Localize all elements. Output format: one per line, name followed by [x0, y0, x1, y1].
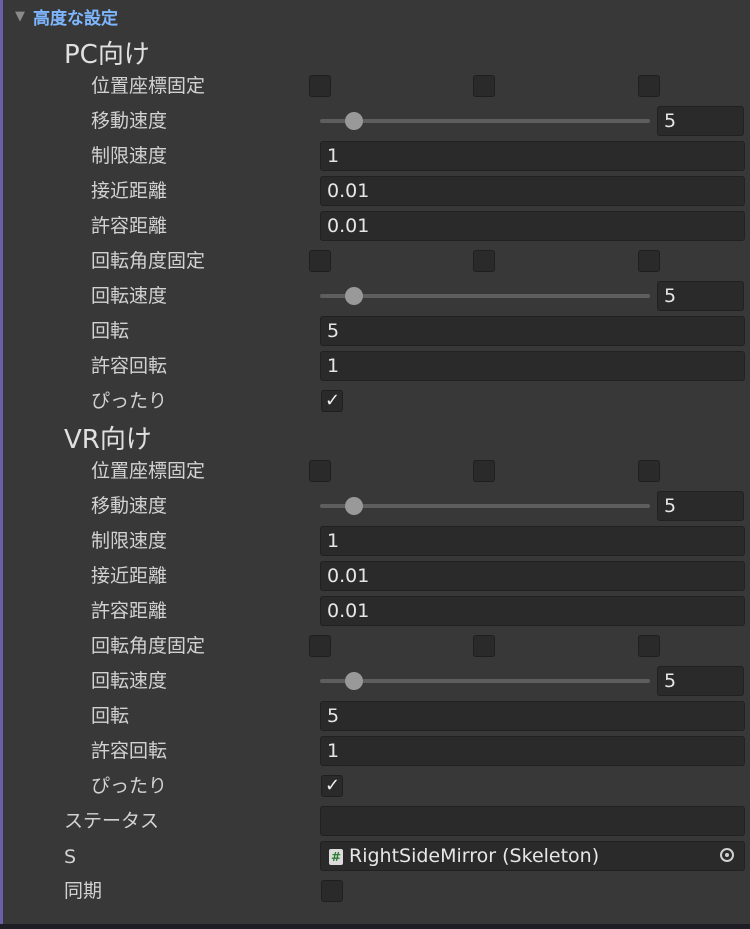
- vr-rotation-speed-input[interactable]: 5: [657, 666, 744, 696]
- vr-move-speed-slider[interactable]: [320, 504, 650, 508]
- pc-tolerance-distance-input[interactable]: 0.01: [320, 211, 745, 241]
- pc-move-speed-slider[interactable]: [320, 119, 650, 123]
- s-object-field[interactable]: RightSideMirror (Skeleton): [320, 841, 745, 871]
- pc-approach-distance-input[interactable]: 0.01: [320, 176, 745, 206]
- status-input[interactable]: [320, 806, 745, 836]
- pc-move-speed-slider-knob[interactable]: [345, 112, 363, 130]
- vr-approach-distance-input[interactable]: 0.01: [320, 561, 745, 591]
- vr-rotation-input[interactable]: 5: [320, 701, 745, 731]
- bottom-border: [0, 924, 750, 929]
- vr-position-lock-z-checkbox[interactable]: [638, 460, 660, 482]
- pc-speed-limit-label: 制限速度: [91, 145, 168, 167]
- vr-rotation-lock-label: 回転角度固定: [91, 635, 206, 657]
- vr-tolerance-distance-label: 許容距離: [91, 600, 168, 622]
- s-label: S: [64, 846, 77, 868]
- pc-tolerance-rotation-label: 許容回転: [91, 355, 168, 377]
- vr-speed-limit-label: 制限速度: [91, 530, 168, 552]
- advanced-settings-foldout[interactable]: ▼ 高度な設定: [15, 5, 118, 29]
- pc-rotation-lock-z-checkbox[interactable]: [638, 250, 660, 272]
- vr-tolerance-distance-input[interactable]: 0.01: [320, 596, 745, 626]
- pc-position-lock-y-checkbox[interactable]: [473, 75, 495, 97]
- pc-snug-checkbox[interactable]: ✓: [321, 390, 343, 412]
- pc-move-speed-label: 移動速度: [91, 110, 168, 132]
- pc-position-lock-z-checkbox[interactable]: [638, 75, 660, 97]
- vr-rotation-speed-label: 回転速度: [91, 670, 168, 692]
- object-picker-icon[interactable]: [720, 848, 734, 862]
- pc-section-title: PC向け: [64, 40, 150, 70]
- vr-rotation-lock-y-checkbox[interactable]: [473, 635, 495, 657]
- vr-snug-checkbox[interactable]: ✓: [321, 775, 343, 797]
- pc-snug-label: ぴったり: [91, 390, 168, 412]
- pc-tolerance-distance-label: 許容距離: [91, 215, 168, 237]
- vr-move-speed-slider-knob[interactable]: [345, 497, 363, 515]
- sync-checkbox[interactable]: [321, 880, 343, 902]
- pc-rotation-label: 回転: [91, 320, 130, 342]
- vr-section-title: VR向け: [64, 425, 152, 455]
- pc-rotation-lock-y-checkbox[interactable]: [473, 250, 495, 272]
- pc-position-lock-x-checkbox[interactable]: [309, 75, 331, 97]
- vr-rotation-lock-z-checkbox[interactable]: [638, 635, 660, 657]
- status-label: ステータス: [64, 810, 160, 832]
- script-icon: #: [329, 849, 343, 865]
- pc-move-speed-input[interactable]: 5: [657, 106, 744, 136]
- vr-move-speed-label: 移動速度: [91, 495, 168, 517]
- pc-rotation-lock-label: 回転角度固定: [91, 250, 206, 272]
- pc-position-lock-label: 位置座標固定: [91, 75, 206, 97]
- vr-position-lock-y-checkbox[interactable]: [473, 460, 495, 482]
- pc-approach-distance-label: 接近距離: [91, 180, 168, 202]
- vr-approach-distance-label: 接近距離: [91, 565, 168, 587]
- pc-rotation-speed-slider[interactable]: [320, 294, 650, 298]
- vr-rotation-speed-slider-knob[interactable]: [345, 672, 363, 690]
- vr-rotation-label: 回転: [91, 705, 130, 727]
- vr-rotation-speed-slider[interactable]: [320, 679, 650, 683]
- checkmark-icon: ✓: [325, 775, 341, 796]
- pc-rotation-lock-x-checkbox[interactable]: [309, 250, 331, 272]
- vr-position-lock-x-checkbox[interactable]: [309, 460, 331, 482]
- vr-snug-label: ぴったり: [91, 775, 168, 797]
- pc-speed-limit-input[interactable]: 1: [320, 141, 745, 171]
- pc-rotation-input[interactable]: 5: [320, 316, 745, 346]
- pc-rotation-speed-input[interactable]: 5: [657, 281, 744, 311]
- s-object-value: RightSideMirror (Skeleton): [349, 845, 600, 867]
- pc-rotation-speed-slider-knob[interactable]: [345, 287, 363, 305]
- foldout-arrow-icon: ▼: [15, 8, 25, 24]
- vr-tolerance-rotation-label: 許容回転: [91, 740, 168, 762]
- vr-tolerance-rotation-input[interactable]: 1: [320, 736, 745, 766]
- vr-rotation-lock-x-checkbox[interactable]: [309, 635, 331, 657]
- foldout-label: 高度な設定: [33, 8, 118, 29]
- pc-tolerance-rotation-input[interactable]: 1: [320, 351, 745, 381]
- checkmark-icon: ✓: [325, 390, 341, 411]
- sync-label: 同期: [64, 880, 103, 902]
- vr-speed-limit-input[interactable]: 1: [320, 526, 745, 556]
- vr-position-lock-label: 位置座標固定: [91, 460, 206, 482]
- pc-rotation-speed-label: 回転速度: [91, 285, 168, 307]
- vr-move-speed-input[interactable]: 5: [657, 491, 744, 521]
